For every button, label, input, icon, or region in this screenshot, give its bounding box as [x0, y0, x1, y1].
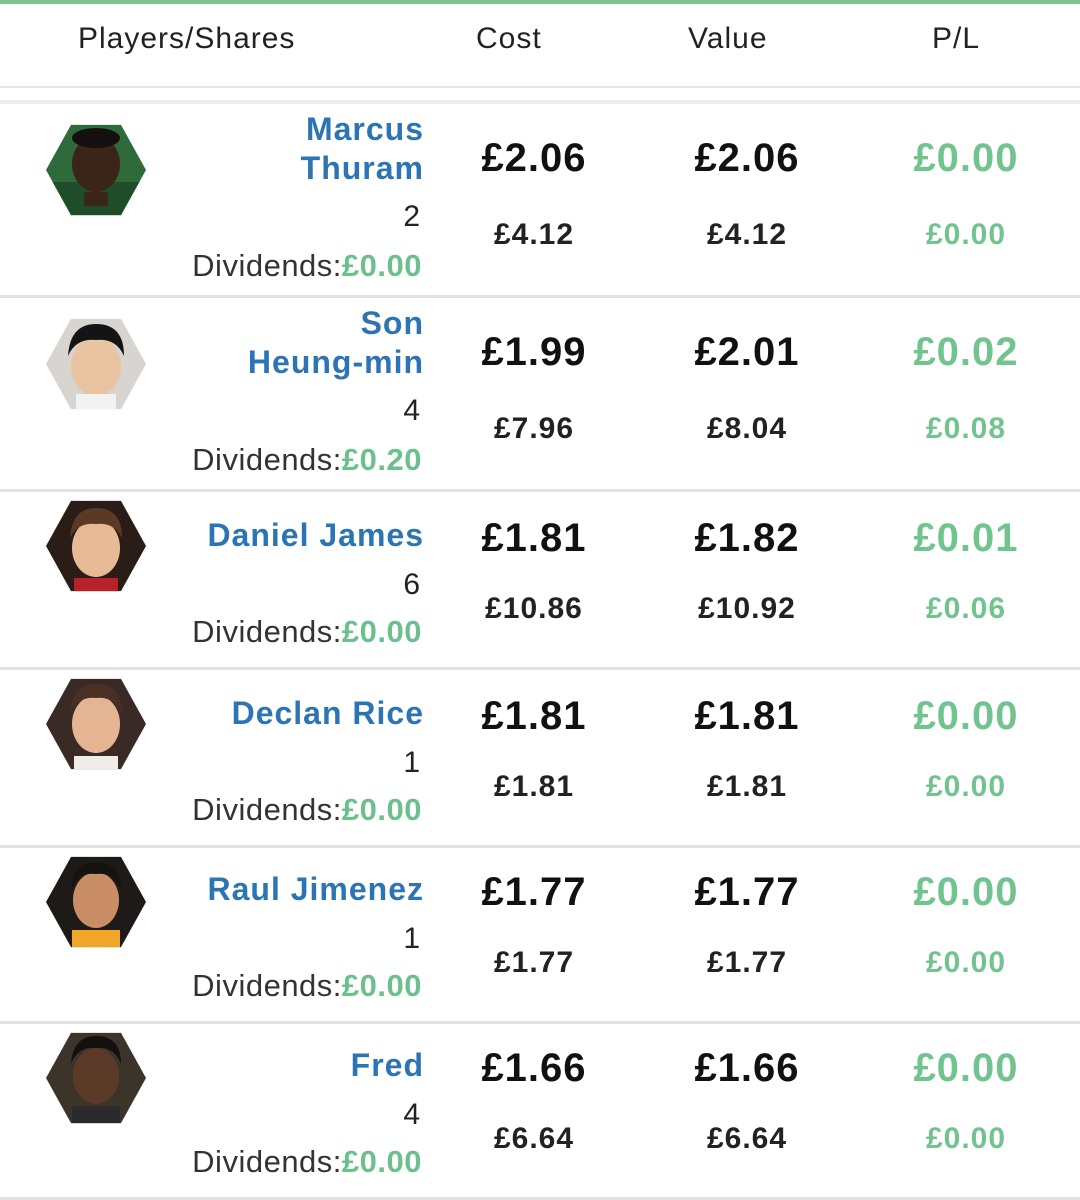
shares-count: 2: [403, 200, 420, 233]
pl-total: £0.00: [925, 946, 1007, 979]
pl-total: £0.06: [925, 592, 1007, 625]
cost-total: £6.64: [493, 1122, 575, 1155]
cost-total: £1.77: [493, 946, 575, 979]
cost-per-share: £2.06: [481, 136, 587, 180]
pl-total: £0.08: [925, 412, 1007, 445]
value-total: £6.64: [706, 1122, 788, 1155]
pl-per-share: £0.00: [913, 136, 1019, 180]
dividends: Dividends:£0.00: [192, 792, 422, 827]
table-row[interactable]: Fred 4 Dividends:£0.00 £1.66 £6.64 £1.66…: [0, 1024, 1080, 1200]
dividends: Dividends:£0.00: [192, 1144, 422, 1179]
header-players-shares: Players/Shares: [78, 22, 296, 55]
table-row[interactable]: Daniel James 6 Dividends:£0.00 £1.81 £10…: [0, 492, 1080, 670]
player-name[interactable]: Son Heung-min: [124, 304, 424, 382]
table-row[interactable]: Marcus Thuram 2 Dividends:£0.00 £2.06 £4…: [0, 104, 1080, 298]
value-per-share: £2.06: [694, 136, 800, 180]
cost-total: £10.86: [485, 592, 583, 625]
value-per-share: £1.77: [694, 870, 800, 914]
value-total: £4.12: [706, 218, 788, 251]
cost-total: £4.12: [493, 218, 575, 251]
pl-per-share: £0.00: [913, 1046, 1019, 1090]
pl-total: £0.00: [925, 218, 1007, 251]
dividends: Dividends:£0.00: [192, 968, 422, 1003]
pl-per-share: £0.00: [913, 870, 1019, 914]
value-total: £8.04: [706, 412, 788, 445]
pl-per-share: £0.01: [913, 516, 1019, 560]
value-total: £1.81: [706, 770, 788, 803]
dividends: Dividends:£0.20: [192, 442, 422, 477]
player-name[interactable]: Declan Rice: [124, 694, 424, 733]
pl-per-share: £0.02: [913, 330, 1019, 374]
dividends: Dividends:£0.00: [192, 248, 422, 283]
cost-total: £7.96: [493, 412, 575, 445]
cost-per-share: £1.81: [481, 516, 587, 560]
shares-count: 1: [403, 922, 420, 955]
value-total: £1.77: [706, 946, 788, 979]
pl-per-share: £0.00: [913, 694, 1019, 738]
value-total: £10.92: [698, 592, 796, 625]
player-name[interactable]: Marcus Thuram: [124, 110, 424, 188]
value-per-share: £1.82: [694, 516, 800, 560]
player-name[interactable]: Daniel James: [124, 516, 424, 555]
table-row[interactable]: Raul Jimenez 1 Dividends:£0.00 £1.77 £1.…: [0, 848, 1080, 1024]
cost-per-share: £1.77: [481, 870, 587, 914]
header-cost[interactable]: Cost: [476, 22, 542, 56]
value-per-share: £2.01: [694, 330, 800, 374]
cost-per-share: £1.81: [481, 694, 587, 738]
pl-total: £0.00: [925, 1122, 1007, 1155]
shares-count: 6: [403, 568, 420, 601]
table-header: Players/Shares Cost Value P/L: [0, 4, 1080, 88]
cost-per-share: £1.99: [481, 330, 587, 374]
header-value[interactable]: Value: [688, 22, 768, 56]
pl-total: £0.00: [925, 770, 1007, 803]
header-pl[interactable]: P/L: [932, 22, 980, 56]
value-per-share: £1.66: [694, 1046, 800, 1090]
table-row[interactable]: Son Heung-min 4 Dividends:£0.20 £1.99 £7…: [0, 298, 1080, 492]
table-row[interactable]: Declan Rice 1 Dividends:£0.00 £1.81 £1.8…: [0, 670, 1080, 848]
cost-per-share: £1.66: [481, 1046, 587, 1090]
shares-count: 4: [403, 394, 420, 427]
dividends: Dividends:£0.00: [192, 614, 422, 649]
player-name[interactable]: Raul Jimenez: [124, 870, 424, 909]
cost-total: £1.81: [493, 770, 575, 803]
shares-count: 1: [403, 746, 420, 779]
player-name[interactable]: Fred: [124, 1046, 424, 1085]
shares-count: 4: [403, 1098, 420, 1131]
value-per-share: £1.81: [694, 694, 800, 738]
